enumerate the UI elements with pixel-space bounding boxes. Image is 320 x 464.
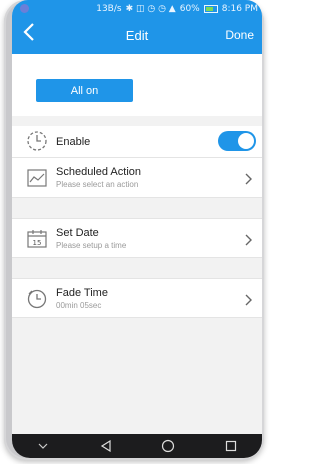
set-date-row[interactable]: 15 Set Date Please setup a time <box>12 218 262 258</box>
network-speed: 13B/s <box>96 4 122 14</box>
home-circle-icon[interactable] <box>158 438 178 454</box>
header-bar: Edit Done <box>12 18 262 54</box>
back-triangle-icon[interactable] <box>96 438 116 454</box>
battery-icon <box>203 5 218 13</box>
clock-icon <box>26 288 48 310</box>
chevron-right-icon <box>242 172 254 185</box>
scheduled-action-subtitle: Please select an action <box>56 180 139 189</box>
divider <box>12 198 262 218</box>
status-bar: 13B/s ✱ ◫ ◷ ◷ ▲ 60% 8:16 PM <box>12 0 262 18</box>
chevron-right-icon <box>242 233 254 246</box>
fade-time-title: Fade Time <box>56 287 108 299</box>
all-on-section: All on <box>12 54 262 116</box>
calendar-icon: 15 <box>26 228 48 250</box>
chart-image-icon <box>26 167 48 189</box>
toggle-knob <box>238 133 254 149</box>
notification-dot-icon <box>20 4 29 13</box>
battery-percent: 60% <box>179 4 200 14</box>
status-icons: ✱ ◫ ◷ ◷ ▲ <box>125 4 176 14</box>
chevron-right-icon <box>242 293 254 306</box>
divider <box>12 258 262 278</box>
scheduled-action-row[interactable]: Scheduled Action Please select an action <box>12 158 262 198</box>
screen: 13B/s ✱ ◫ ◷ ◷ ▲ 60% 8:16 PM Edit Done Al… <box>12 0 262 458</box>
clock: 8:16 PM <box>221 4 258 14</box>
done-button[interactable]: Done <box>225 28 254 42</box>
enable-label: Enable <box>56 136 91 148</box>
system-nav-bar <box>12 434 262 458</box>
enable-toggle[interactable] <box>218 131 256 151</box>
chevron-down-icon[interactable] <box>33 438 53 454</box>
scheduled-action-title: Scheduled Action <box>56 166 142 178</box>
empty-area <box>12 318 262 434</box>
clock-dotted-icon <box>26 130 48 152</box>
all-on-button[interactable]: All on <box>36 79 133 102</box>
main-content: All on Enable Scheduled Action Please se… <box>12 54 262 434</box>
set-date-title: Set Date <box>56 227 99 239</box>
divider <box>12 116 262 126</box>
fade-time-row[interactable]: Fade Time 00min 05sec <box>12 278 262 318</box>
fade-time-value: 00min 05sec <box>56 301 102 310</box>
phone-frame: 13B/s ✱ ◫ ◷ ◷ ▲ 60% 8:16 PM Edit Done Al… <box>4 0 264 460</box>
calendar-number: 15 <box>33 239 42 247</box>
recents-square-icon[interactable] <box>221 438 241 454</box>
set-date-subtitle: Please setup a time <box>56 241 127 250</box>
enable-row: Enable <box>12 126 262 158</box>
